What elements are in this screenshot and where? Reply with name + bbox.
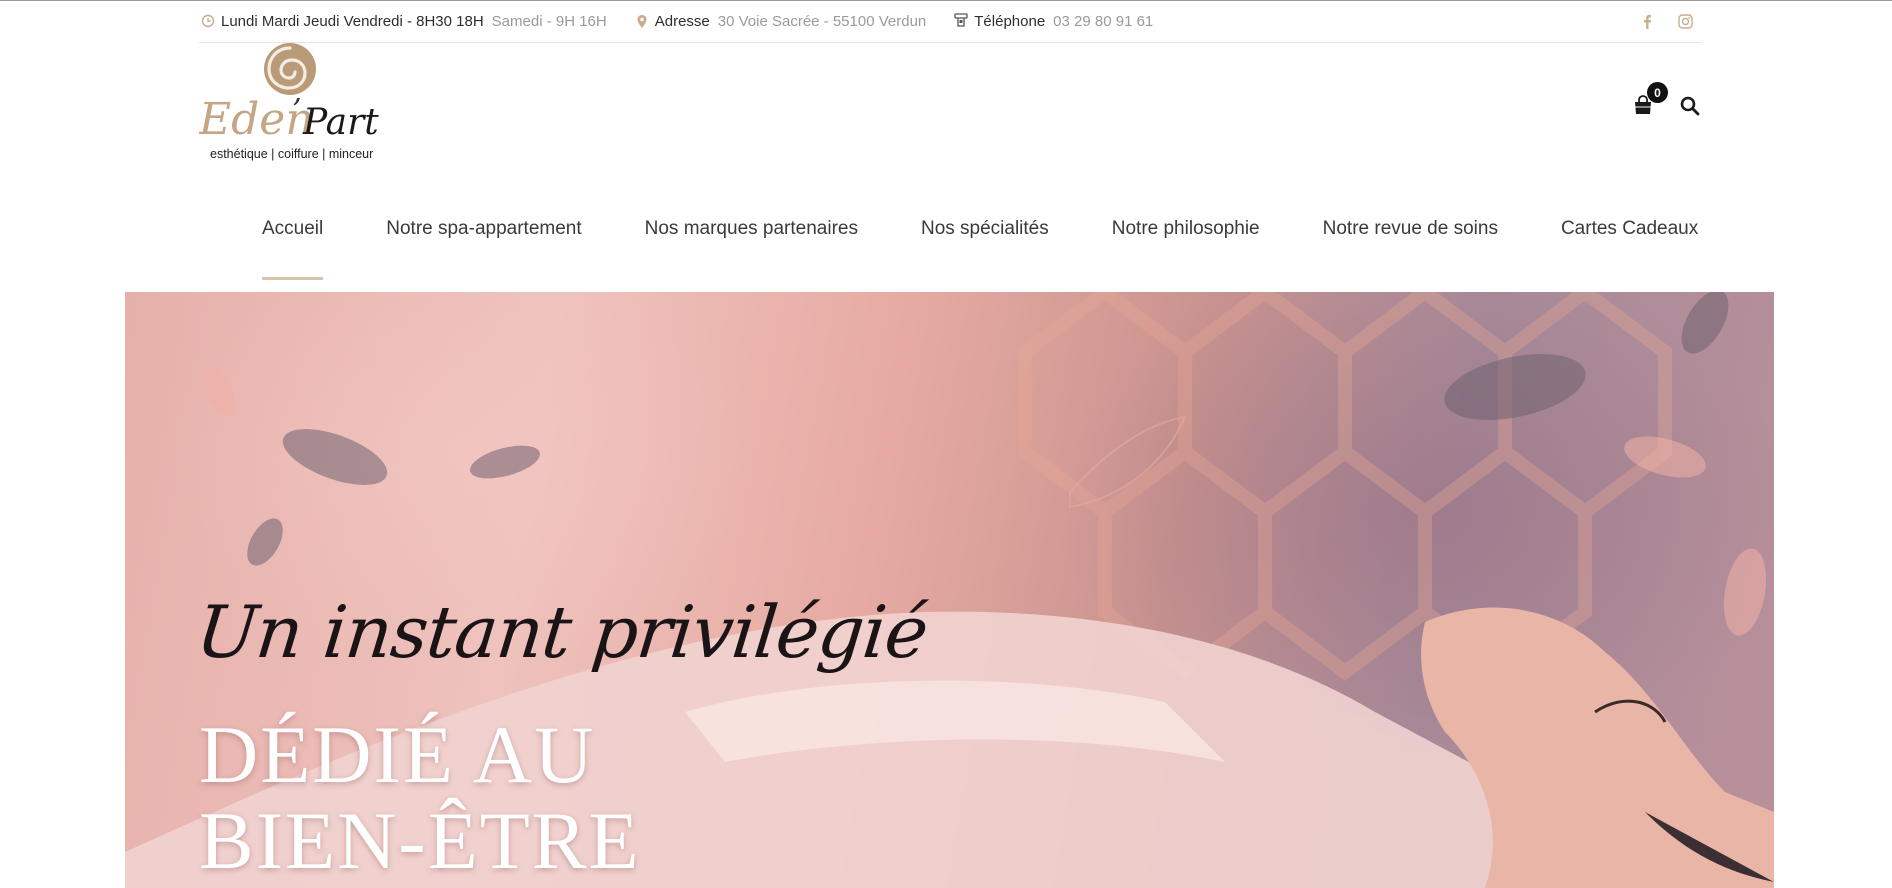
facebook-icon[interactable] — [1639, 13, 1655, 29]
search-icon — [1680, 96, 1700, 116]
clock-icon — [199, 12, 217, 30]
opening-hours: Lundi Mardi Jeudi Vendredi - 8H30 18H Sa… — [199, 12, 607, 30]
address: Adresse 30 Voie Sacrée - 55100 Verdun — [633, 12, 927, 30]
hours-value: Samedi - 9H 16H — [491, 12, 607, 30]
hero-title-line-2: BIEN-ÊTRE — [199, 795, 641, 886]
top-info-bar: Lundi Mardi Jeudi Vendredi - 8H30 18H Sa… — [199, 0, 1701, 43]
search-button[interactable] — [1680, 96, 1702, 118]
phone: Téléphone 03 29 80 91 61 — [952, 12, 1153, 30]
nav-item-specialites[interactable]: Nos spécialités — [921, 208, 1049, 280]
social-links — [1639, 13, 1701, 29]
hours-label: Lundi Mardi Jeudi Vendredi - 8H30 18H — [221, 12, 484, 30]
logo-apostrophe: ’ — [292, 93, 302, 128]
eden-part-logo[interactable]: Eden ’ Part esthétique | coiffure | minc… — [198, 42, 389, 168]
main-nav: Accueil Notre spa-appartement Nos marque… — [262, 208, 1698, 280]
hero-banner: Un instant privilégié DÉDIÉ AU BIEN-ÊTRE — [125, 292, 1774, 888]
nav-item-spa-appartement[interactable]: Notre spa-appartement — [386, 208, 581, 280]
cart-button[interactable]: 0 — [1632, 82, 1668, 120]
nav-item-revue-de-soins[interactable]: Notre revue de soins — [1323, 208, 1498, 280]
phone-value[interactable]: 03 29 80 91 61 — [1053, 13, 1153, 30]
instagram-icon[interactable] — [1677, 13, 1693, 29]
logo-tagline: esthétique | coiffure | minceur — [210, 147, 373, 161]
phone-icon — [952, 12, 970, 30]
map-pin-icon — [633, 12, 651, 30]
address-value[interactable]: 30 Voie Sacrée - 55100 Verdun — [718, 13, 927, 30]
nav-item-accueil[interactable]: Accueil — [262, 208, 324, 280]
logo-script-name-2: Part — [302, 102, 379, 143]
phone-label: Téléphone — [974, 12, 1046, 30]
spiral-emblem-icon — [264, 43, 316, 95]
cart-count-badge: 0 — [1647, 82, 1668, 103]
address-label: Adresse — [654, 12, 710, 30]
nav-item-cartes-cadeaux[interactable]: Cartes Cadeaux — [1561, 208, 1698, 280]
hero-title: DÉDIÉ AU BIEN-ÊTRE — [199, 712, 899, 884]
nav-item-marques-partenaires[interactable]: Nos marques partenaires — [645, 208, 858, 280]
hero-script-heading: Un instant privilégié — [192, 590, 932, 674]
nav-item-philosophie[interactable]: Notre philosophie — [1112, 208, 1260, 280]
hero-title-line-1: DÉDIÉ AU — [199, 709, 596, 800]
